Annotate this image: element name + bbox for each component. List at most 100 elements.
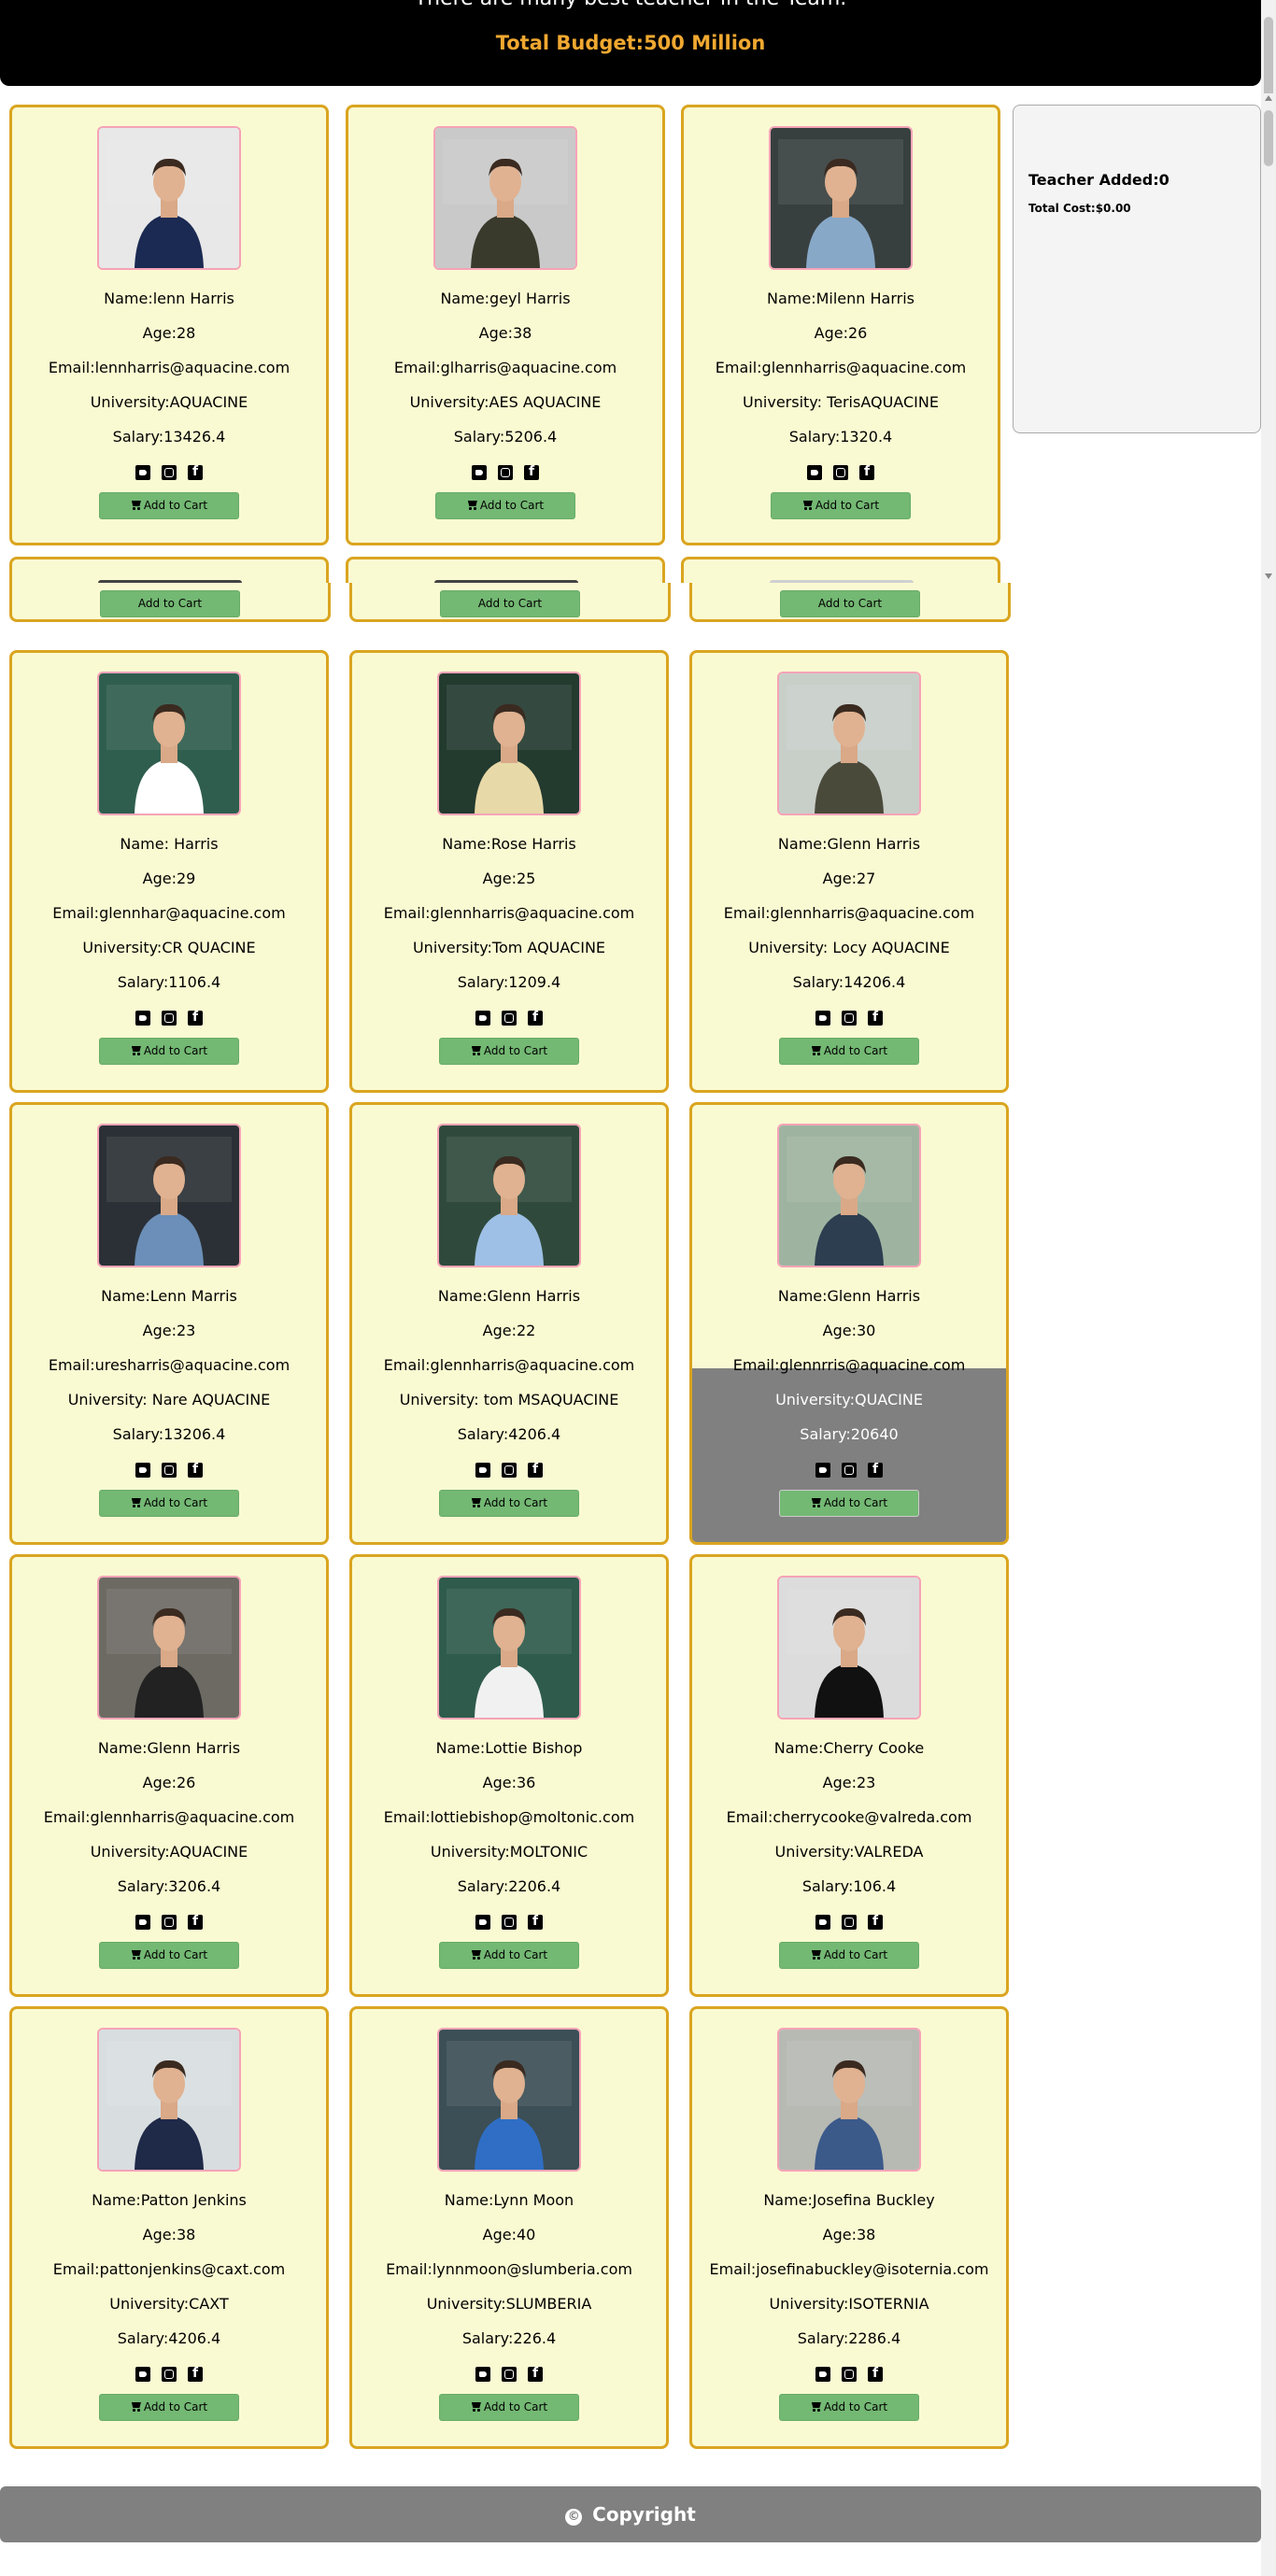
facebook-icon[interactable] — [868, 1010, 883, 1026]
add-to-cart-button[interactable]: Add to Cart — [99, 2394, 239, 2421]
twitter-icon[interactable] — [475, 1914, 490, 1930]
teacher-salary: Salary:1320.4 — [788, 428, 893, 446]
facebook-icon[interactable] — [528, 1010, 543, 1026]
twitter-icon[interactable] — [815, 1462, 830, 1478]
teacher-age: Age:38 — [478, 324, 532, 342]
add-to-cart-button[interactable]: Add to Cart — [99, 1490, 239, 1517]
add-to-cart-button[interactable]: Add to Cart — [99, 1942, 239, 1969]
twitter-icon[interactable] — [135, 464, 150, 480]
teacher-email: Email:josefinabuckley@isoternia.com — [709, 2260, 989, 2278]
add-to-cart-label: Add to Cart — [483, 1948, 548, 1961]
scroll-up-arrow-icon[interactable] — [1265, 95, 1272, 101]
facebook-icon[interactable] — [528, 1462, 543, 1478]
teacher-scrollbar[interactable] — [1261, 93, 1276, 583]
facebook-icon[interactable] — [524, 464, 539, 480]
add-to-cart-button[interactable]: Add to Cart — [771, 492, 911, 519]
twitter-icon[interactable] — [475, 1010, 490, 1026]
add-to-cart-label: Add to Cart — [483, 2400, 548, 2413]
instagram-icon[interactable] — [833, 464, 848, 480]
cart-panel: Teacher Added:0 Total Cost:$0.00 — [1013, 105, 1261, 433]
teacher-email: Email:glennhar@aquacine.com — [52, 904, 286, 922]
twitter-icon[interactable] — [815, 2366, 830, 2382]
instagram-icon[interactable] — [842, 1914, 857, 1930]
instagram-icon[interactable] — [502, 1914, 517, 1930]
teacher-university: University:AQUACINE — [90, 1843, 248, 1861]
teacher-university: University:VALREDA — [774, 1843, 924, 1861]
add-to-cart-button[interactable]: Add to Cart — [100, 590, 240, 617]
teacher-card: Name:Glenn Harris Age:26 Email:glennharris… — [9, 1554, 329, 1997]
add-to-cart-button[interactable]: Add to Cart — [779, 1942, 919, 1969]
facebook-icon[interactable] — [188, 1914, 203, 1930]
social-links — [12, 1912, 326, 1930]
social-links — [352, 1912, 666, 1930]
instagram-icon[interactable] — [502, 1462, 517, 1478]
add-to-cart-label: Add to Cart — [143, 1948, 208, 1961]
add-to-cart-button[interactable]: Add to Cart — [779, 1490, 919, 1517]
instagram-icon[interactable] — [162, 1914, 177, 1930]
add-to-cart-button[interactable]: Add to Cart — [435, 492, 575, 519]
page: There are many best teacher in the Team.… — [0, 0, 1276, 2576]
add-to-cart-button[interactable]: Add to Cart — [780, 590, 920, 617]
add-to-cart-button[interactable]: Add to Cart — [439, 1038, 579, 1065]
facebook-icon[interactable] — [868, 1462, 883, 1478]
twitter-icon[interactable] — [135, 1914, 150, 1930]
add-to-cart-button[interactable]: Add to Cart — [440, 590, 580, 617]
teacher-card: Name:Patton Jenkins Age:38 Email:pattonjen… — [9, 2006, 329, 2449]
teacher-photo — [437, 2028, 581, 2172]
add-to-cart-button[interactable]: Add to Cart — [99, 492, 239, 519]
instagram-icon[interactable] — [162, 2366, 177, 2382]
header-tagline: There are many best teacher in the Team. — [0, 0, 1261, 10]
instagram-icon[interactable] — [842, 1010, 857, 1026]
add-to-cart-button[interactable]: Add to Cart — [99, 1038, 239, 1065]
facebook-icon[interactable] — [188, 2366, 203, 2382]
scroll-down-arrow-icon[interactable] — [1265, 573, 1272, 579]
add-to-cart-label: Add to Cart — [143, 2400, 208, 2413]
add-to-cart-button[interactable]: Add to Cart — [439, 1942, 579, 1969]
teacher-card-peek — [346, 557, 665, 583]
twitter-icon[interactable] — [135, 1462, 150, 1478]
twitter-icon[interactable] — [815, 1914, 830, 1930]
teacher-email: Email:glennharris@aquacine.com — [383, 1356, 635, 1374]
cart-icon — [131, 501, 142, 510]
instagram-icon[interactable] — [162, 464, 177, 480]
teacher-scrollbar-thumb[interactable] — [1264, 110, 1273, 166]
facebook-icon[interactable] — [188, 1010, 203, 1026]
teacher-card: Name:lenn Harris Age:28 Email:lennharris@a… — [9, 105, 329, 545]
teacher-name: Name:Lottie Bishop — [435, 1739, 583, 1757]
instagram-icon[interactable] — [498, 464, 513, 480]
teacher-age: Age:36 — [482, 1774, 536, 1791]
instagram-icon[interactable] — [162, 1462, 177, 1478]
footer: © Copyright — [0, 2486, 1261, 2542]
facebook-icon[interactable] — [188, 464, 203, 480]
instagram-icon[interactable] — [162, 1010, 177, 1026]
cart-icon — [811, 1498, 822, 1507]
add-to-cart-button[interactable]: Add to Cart — [439, 2394, 579, 2421]
facebook-icon[interactable] — [188, 1462, 203, 1478]
twitter-icon[interactable] — [472, 464, 487, 480]
facebook-icon[interactable] — [868, 1914, 883, 1930]
add-to-cart-button[interactable]: Add to Cart — [779, 2394, 919, 2421]
instagram-icon[interactable] — [842, 1462, 857, 1478]
twitter-icon[interactable] — [135, 2366, 150, 2382]
instagram-icon[interactable] — [502, 1010, 517, 1026]
facebook-icon[interactable] — [859, 464, 874, 480]
teacher-university: University:CAXT — [109, 2295, 229, 2313]
add-to-cart-button[interactable]: Add to Cart — [439, 1490, 579, 1517]
social-links — [352, 2364, 666, 2382]
teacher-email: Email:pattonjenkins@caxt.com — [52, 2260, 286, 2278]
twitter-icon[interactable] — [135, 1010, 150, 1026]
cart-icon — [131, 1498, 142, 1507]
cart-icon — [471, 1046, 482, 1055]
instagram-icon[interactable] — [842, 2366, 857, 2382]
twitter-icon[interactable] — [475, 1462, 490, 1478]
facebook-icon[interactable] — [528, 2366, 543, 2382]
add-to-cart-button[interactable]: Add to Cart — [779, 1038, 919, 1065]
twitter-icon[interactable] — [475, 2366, 490, 2382]
twitter-icon[interactable] — [815, 1010, 830, 1026]
cart-icon — [811, 2402, 822, 2412]
facebook-icon[interactable] — [528, 1914, 543, 1930]
facebook-icon[interactable] — [868, 2366, 883, 2382]
twitter-icon[interactable] — [807, 464, 822, 480]
instagram-icon[interactable] — [502, 2366, 517, 2382]
teacher-salary: Salary:2206.4 — [457, 1877, 561, 1895]
